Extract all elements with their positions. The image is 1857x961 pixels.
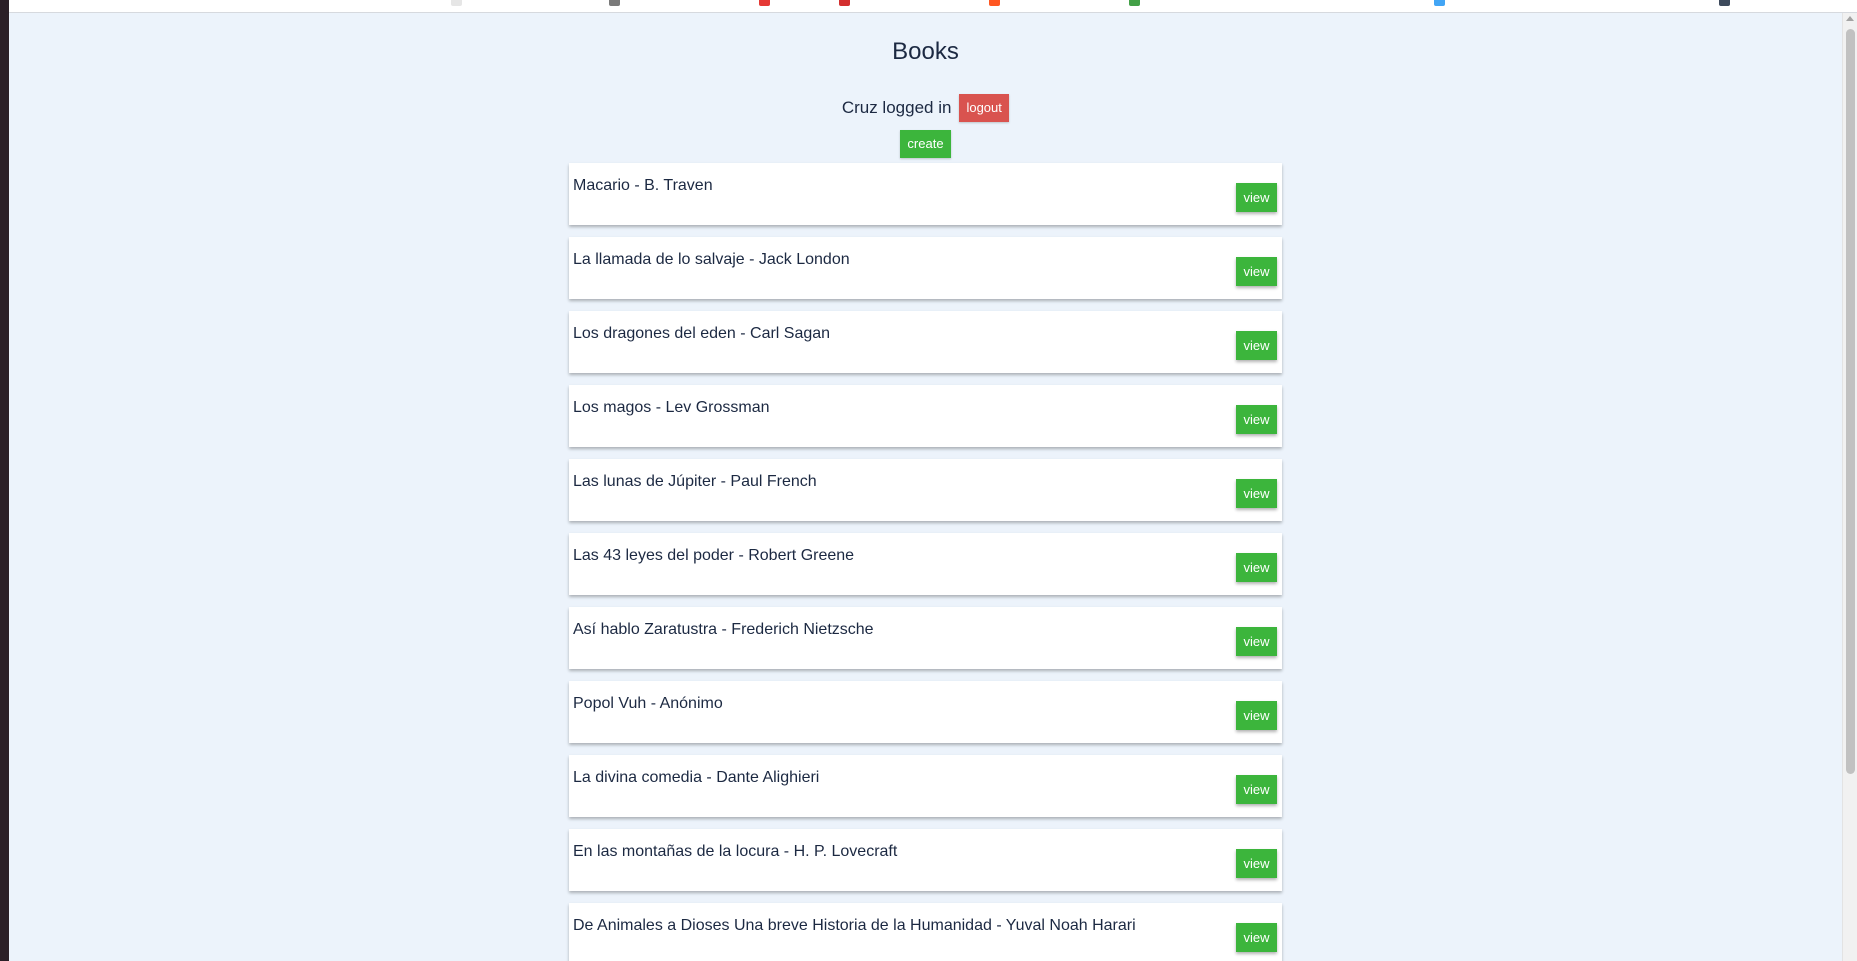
book-title: Las lunas de Júpiter - Paul French <box>573 473 817 490</box>
book-title: De Animales a Dioses Una breve Historia … <box>573 917 1136 934</box>
logout-button[interactable]: logout <box>959 94 1010 122</box>
book-title: Las 43 leyes del poder - Robert Greene <box>573 547 855 564</box>
view-button[interactable]: view <box>1236 553 1277 582</box>
list-item: Las 43 leyes del poder - Robert Greene v… <box>569 533 1282 595</box>
page-title: Books <box>892 38 959 65</box>
book-title: La llamada de lo salvaje - Jack London <box>573 251 850 268</box>
list-item: En las montañas de la locura - H. P. Lov… <box>569 829 1282 891</box>
view-button[interactable]: view <box>1236 257 1277 286</box>
view-button[interactable]: view <box>1236 183 1277 212</box>
logged-in-text: Cruz logged in <box>841 98 952 117</box>
view-button[interactable]: view <box>1236 405 1277 434</box>
view-button[interactable]: view <box>1236 479 1277 508</box>
scrollbar-thumb[interactable] <box>1846 29 1855 774</box>
book-title: En las montañas de la locura - H. P. Lov… <box>573 843 898 860</box>
bookmark-icon[interactable] <box>1129 0 1140 6</box>
list-item: Macario - B. Traven view <box>569 163 1282 225</box>
view-button[interactable]: view <box>1236 331 1277 360</box>
list-item: La divina comedia - Dante Alighieri view <box>569 755 1282 817</box>
view-button[interactable]: view <box>1236 701 1277 730</box>
bookmark-icon[interactable] <box>989 0 1000 6</box>
list-item: Los dragones del eden - Carl Sagan view <box>569 311 1282 373</box>
list-item: De Animales a Dioses Una breve Historia … <box>569 903 1282 961</box>
vertical-scrollbar[interactable] <box>1842 13 1857 961</box>
book-title: Los magos - Lev Grossman <box>573 399 770 416</box>
book-list: Macario - B. Traven view La llamada de l… <box>569 163 1282 961</box>
bookmark-icon[interactable] <box>609 0 620 6</box>
bookmark-icon[interactable] <box>839 0 850 6</box>
login-status-row: Cruz logged in logout <box>0 94 1851 122</box>
book-title: La divina comedia - Dante Alighieri <box>573 769 820 786</box>
view-button[interactable]: view <box>1236 627 1277 656</box>
list-item: Así hablo Zaratustra - Frederich Nietzsc… <box>569 607 1282 669</box>
bookmarks-bar <box>9 0 1857 13</box>
scroll-up-icon[interactable] <box>1846 16 1854 21</box>
list-item: Popol Vuh - Anónimo view <box>569 681 1282 743</box>
book-title: Macario - B. Traven <box>573 177 713 194</box>
book-title: Así hablo Zaratustra - Frederich Nietzsc… <box>573 621 874 638</box>
view-button[interactable]: view <box>1236 775 1277 804</box>
bookmark-icon[interactable] <box>759 0 770 6</box>
view-button[interactable]: view <box>1236 923 1277 952</box>
list-item: Las lunas de Júpiter - Paul French view <box>569 459 1282 521</box>
book-title: Popol Vuh - Anónimo <box>573 695 723 712</box>
bookmark-icon[interactable] <box>1719 0 1730 6</box>
create-button[interactable]: create <box>900 130 951 158</box>
bookmark-icon[interactable] <box>1434 0 1445 6</box>
list-item: La llamada de lo salvaje - Jack London v… <box>569 237 1282 299</box>
view-button[interactable]: view <box>1236 849 1277 878</box>
window-edge <box>0 0 9 961</box>
list-item: Los magos - Lev Grossman view <box>569 385 1282 447</box>
bookmark-icon[interactable] <box>451 0 462 6</box>
book-title: Los dragones del eden - Carl Sagan <box>573 325 831 342</box>
